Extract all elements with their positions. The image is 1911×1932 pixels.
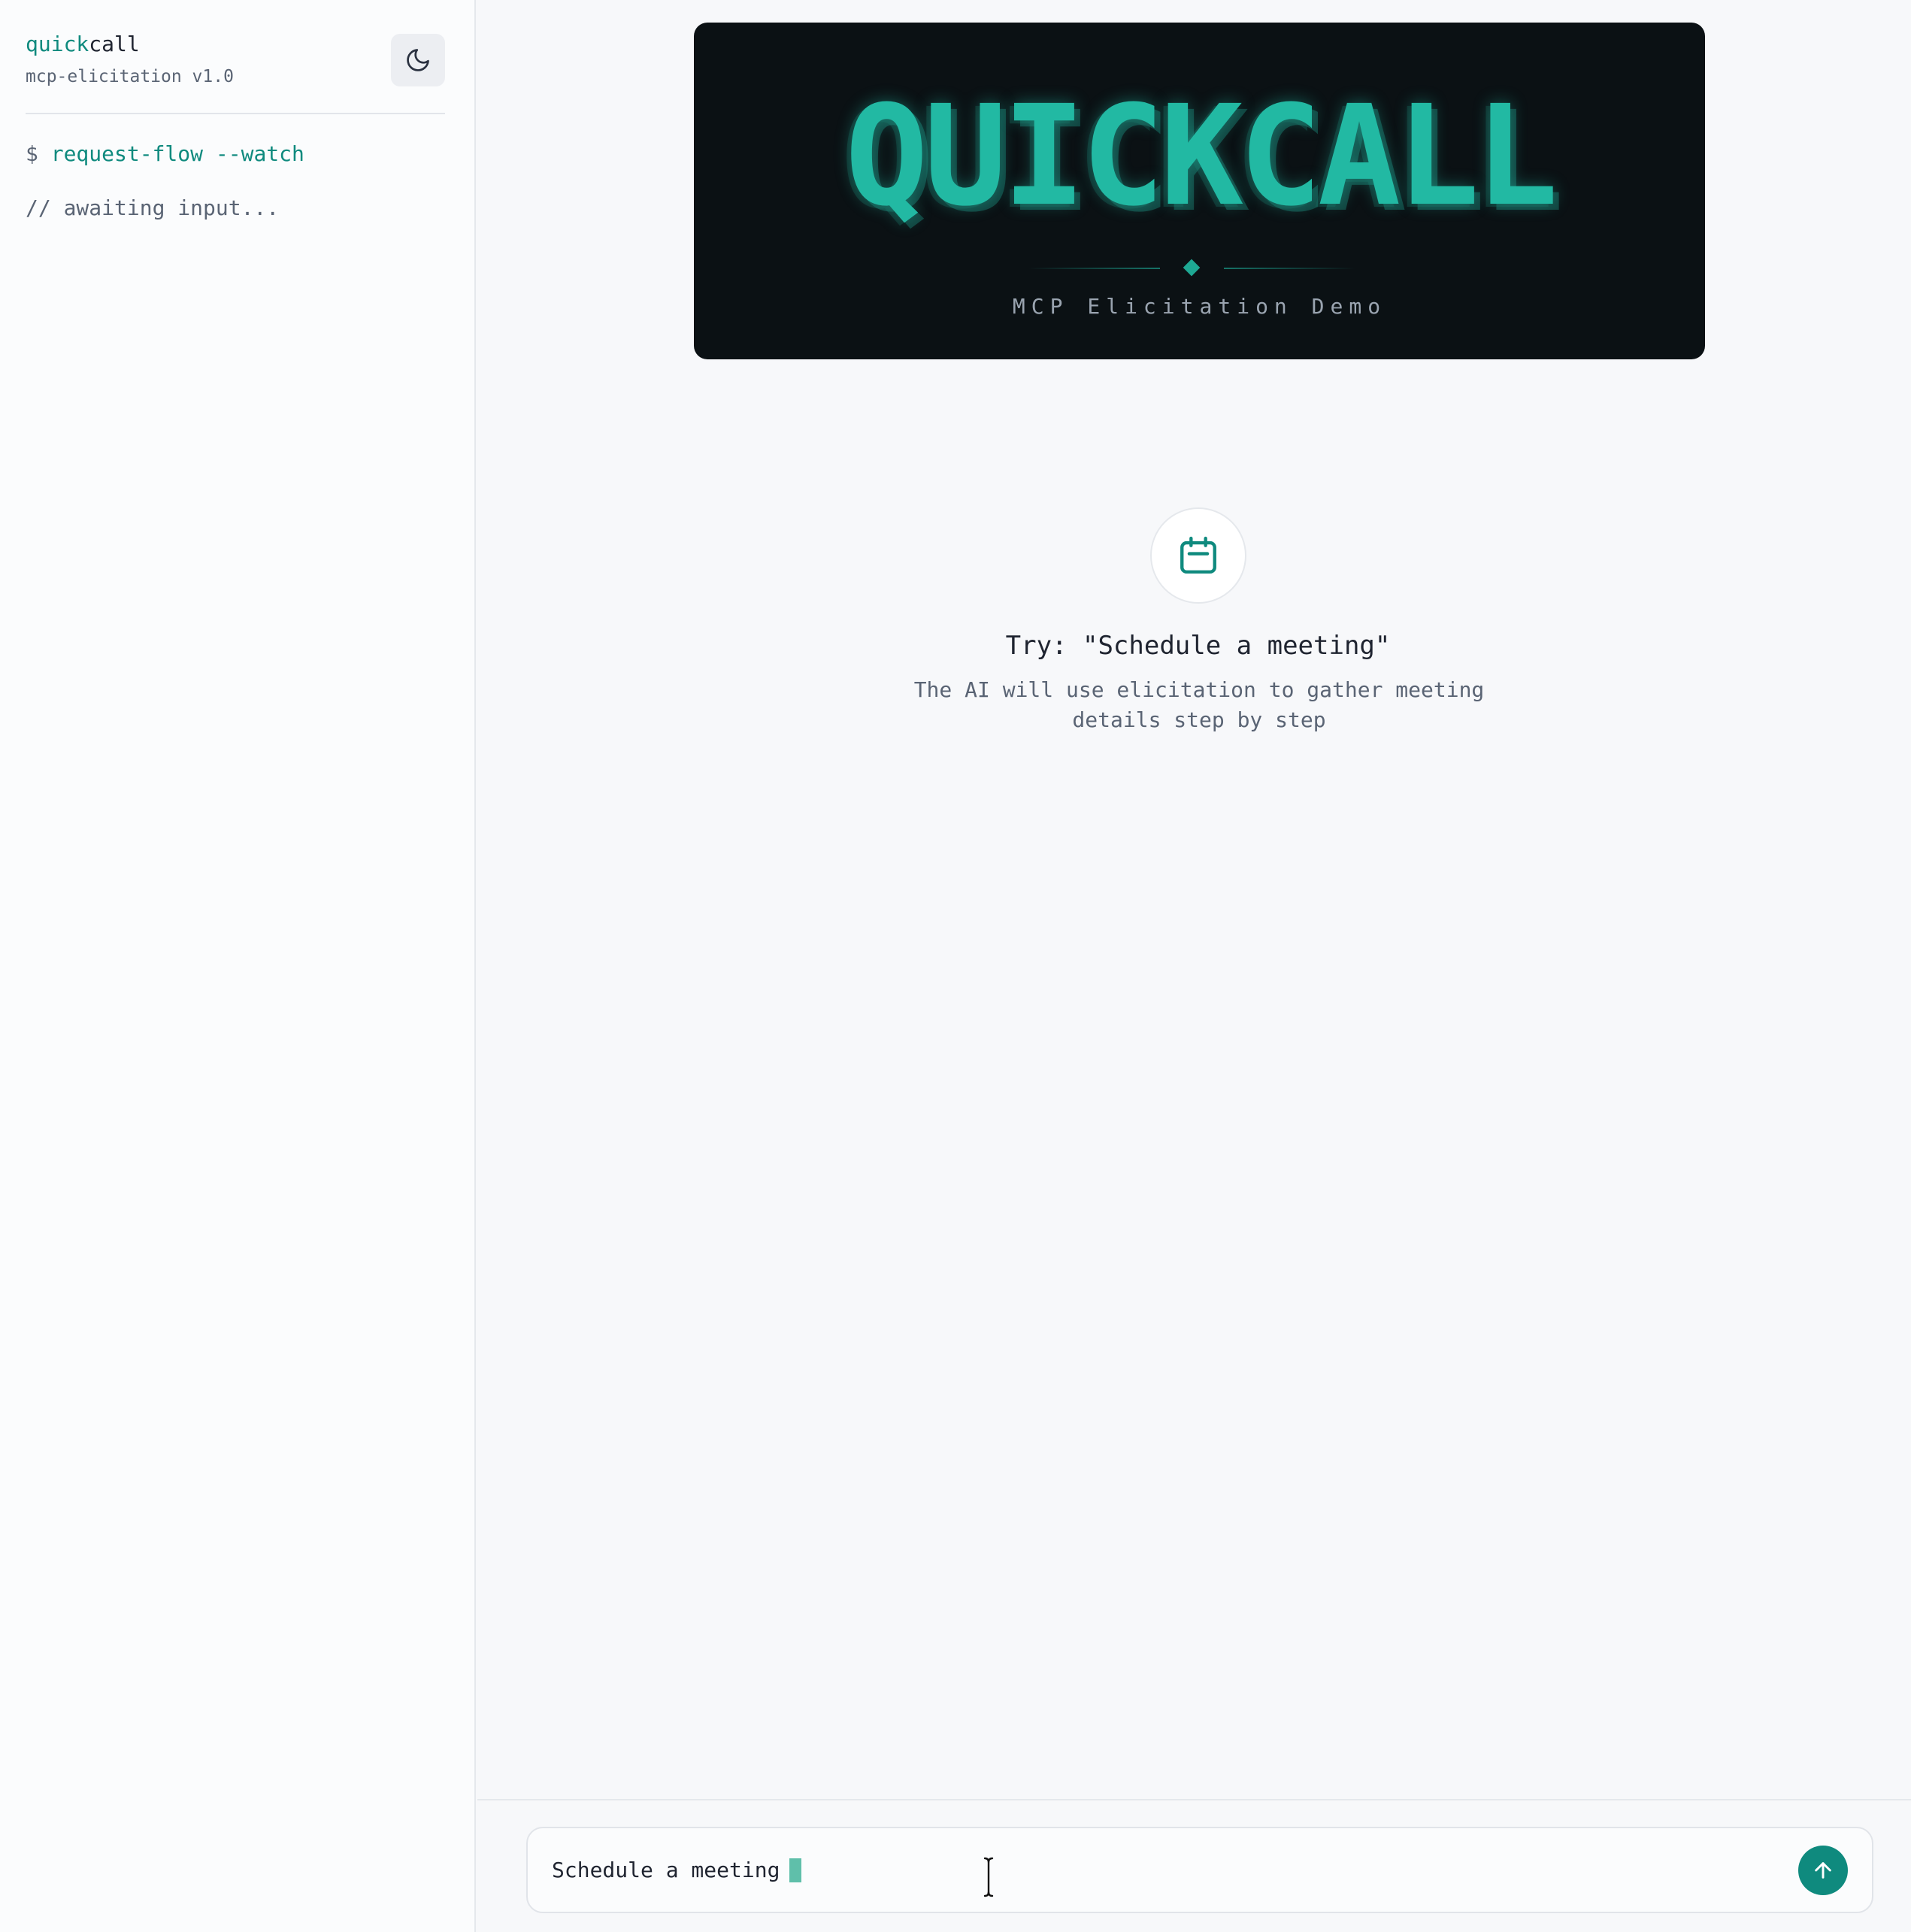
sidebar-divider — [26, 113, 445, 114]
banner-subtitle: MCP Elicitation Demo — [1012, 294, 1387, 319]
command-text: request-flow --watch — [50, 141, 304, 166]
theme-toggle-button[interactable] — [391, 34, 445, 86]
command-prompt: $ — [26, 141, 51, 166]
calendar-icon — [1180, 536, 1216, 574]
moon-icon — [407, 49, 429, 71]
sidebar: quickcall mcp-elicitation v1.0 $ request… — [0, 0, 476, 1932]
text-caret — [789, 1858, 801, 1882]
version-label: mcp-elicitation v1.0 — [26, 67, 234, 86]
message-input[interactable]: Schedule a meeting — [526, 1827, 1873, 1913]
diamond-icon — [1183, 259, 1201, 277]
brand-rest: call — [89, 32, 140, 56]
send-button[interactable] — [1798, 1846, 1848, 1895]
main-panel: QUICKCALL MCP Elicitation Demo Try: "Sch… — [477, 0, 1911, 1932]
banner-divider-right — [1224, 268, 1355, 269]
app-window: quickcall mcp-elicitation v1.0 $ request… — [0, 0, 1911, 1932]
arrow-up-icon — [1815, 1862, 1831, 1879]
empty-state-description: The AI will use elicitation to gather me… — [913, 677, 1485, 732]
message-input-value: Schedule a meeting — [552, 1858, 780, 1882]
brand-logo: quickcall — [26, 32, 140, 57]
composer-area: Schedule a meeting — [477, 1799, 1911, 1932]
empty-state-heading: Try: "Schedule a meeting" — [1005, 631, 1391, 661]
hero-banner: QUICKCALL MCP Elicitation Demo — [694, 23, 1705, 359]
empty-state-icon-circle — [1150, 507, 1246, 604]
banner-divider-left — [1028, 268, 1160, 269]
banner-title: QUICKCALL — [694, 87, 1705, 226]
brand-accent: quick — [26, 32, 89, 56]
status-text: // awaiting input... — [26, 195, 280, 220]
text-cursor-icon — [983, 1857, 994, 1897]
command-line: $ request-flow --watch — [26, 141, 304, 167]
